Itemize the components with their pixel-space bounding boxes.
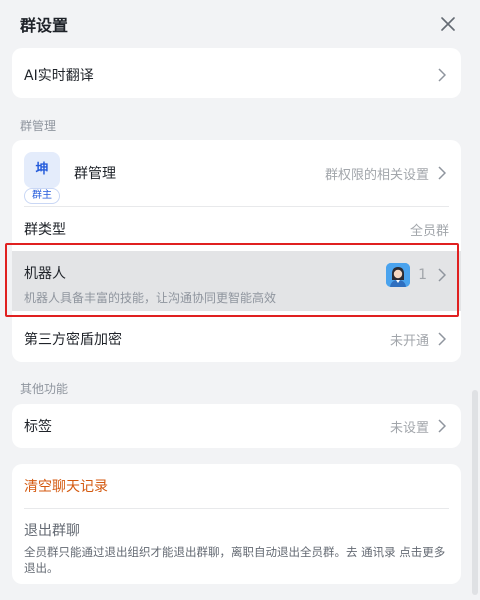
section-label-group-management: 群管理	[20, 119, 57, 133]
tags-label: 标签	[24, 419, 52, 435]
owner-badge: 群主	[24, 188, 60, 204]
scrollbar[interactable]	[472, 390, 478, 595]
dialog-title: 群设置	[20, 16, 69, 35]
encryption-row[interactable]: 第三方密盾加密 未开通	[12, 317, 461, 361]
chevron-right-icon	[435, 268, 449, 282]
encryption-value: 未开通	[389, 333, 429, 349]
close-icon	[441, 17, 455, 31]
divider	[24, 508, 449, 509]
danger-card: 清空聊天记录 退出群聊 全员群只能通过退出组织才能退出群聊，离职自动退出全员群。…	[12, 464, 461, 584]
robot-count: 1	[418, 267, 427, 283]
exit-group-block[interactable]: 退出群聊 全员群只能通过退出组织才能退出群聊，离职自动退出全员群。去 通讯录 点…	[24, 520, 449, 576]
chevron-right-icon	[435, 166, 449, 180]
chevron-right-icon	[435, 68, 449, 82]
translate-row[interactable]: AI实时翻译	[12, 52, 461, 98]
chevron-right-icon	[435, 419, 449, 433]
encryption-label: 第三方密盾加密	[24, 332, 122, 348]
group-management-value: 群权限的相关设置	[324, 167, 429, 183]
exit-group-description: 全员群只能通过退出组织才能退出群聊，离职自动退出全员群。去 通讯录 点击更多退出…	[24, 545, 446, 575]
group-type-value: 全员群	[409, 223, 449, 239]
group-avatar-char: 坤	[35, 162, 49, 177]
group-management-row[interactable]: 坤 群主 群管理 群权限的相关设置	[12, 140, 461, 206]
tags-value: 未设置	[389, 420, 429, 436]
robot-description: 机器人具备丰富的技能，让沟通协同更智能高效	[24, 291, 277, 305]
group-type-row: 群类型 全员群	[12, 207, 461, 251]
group-management-label: 群管理	[74, 166, 116, 182]
robot-label: 机器人	[24, 266, 66, 282]
tags-row[interactable]: 标签 未设置	[12, 404, 461, 448]
clear-history-label: 清空聊天记录	[24, 479, 108, 495]
clear-history-row[interactable]: 清空聊天记录	[12, 464, 461, 508]
chevron-right-icon	[435, 332, 449, 346]
exit-group-title: 退出群聊	[24, 523, 80, 539]
translate-label: AI实时翻译	[24, 68, 94, 84]
dialog-header: 群设置	[0, 0, 480, 48]
close-button[interactable]	[436, 12, 460, 36]
group-type-label: 群类型	[24, 222, 66, 238]
tags-card: 标签 未设置	[12, 404, 461, 448]
section-label-other-features: 其他功能	[20, 382, 69, 396]
group-avatar: 坤 群主	[24, 152, 60, 204]
bot-avatar-icon	[386, 263, 411, 287]
robot-row[interactable]: 机器人 机器人具备丰富的技能，让沟通协同更智能高效 1	[12, 251, 461, 311]
translate-card: AI实时翻译	[12, 48, 461, 98]
